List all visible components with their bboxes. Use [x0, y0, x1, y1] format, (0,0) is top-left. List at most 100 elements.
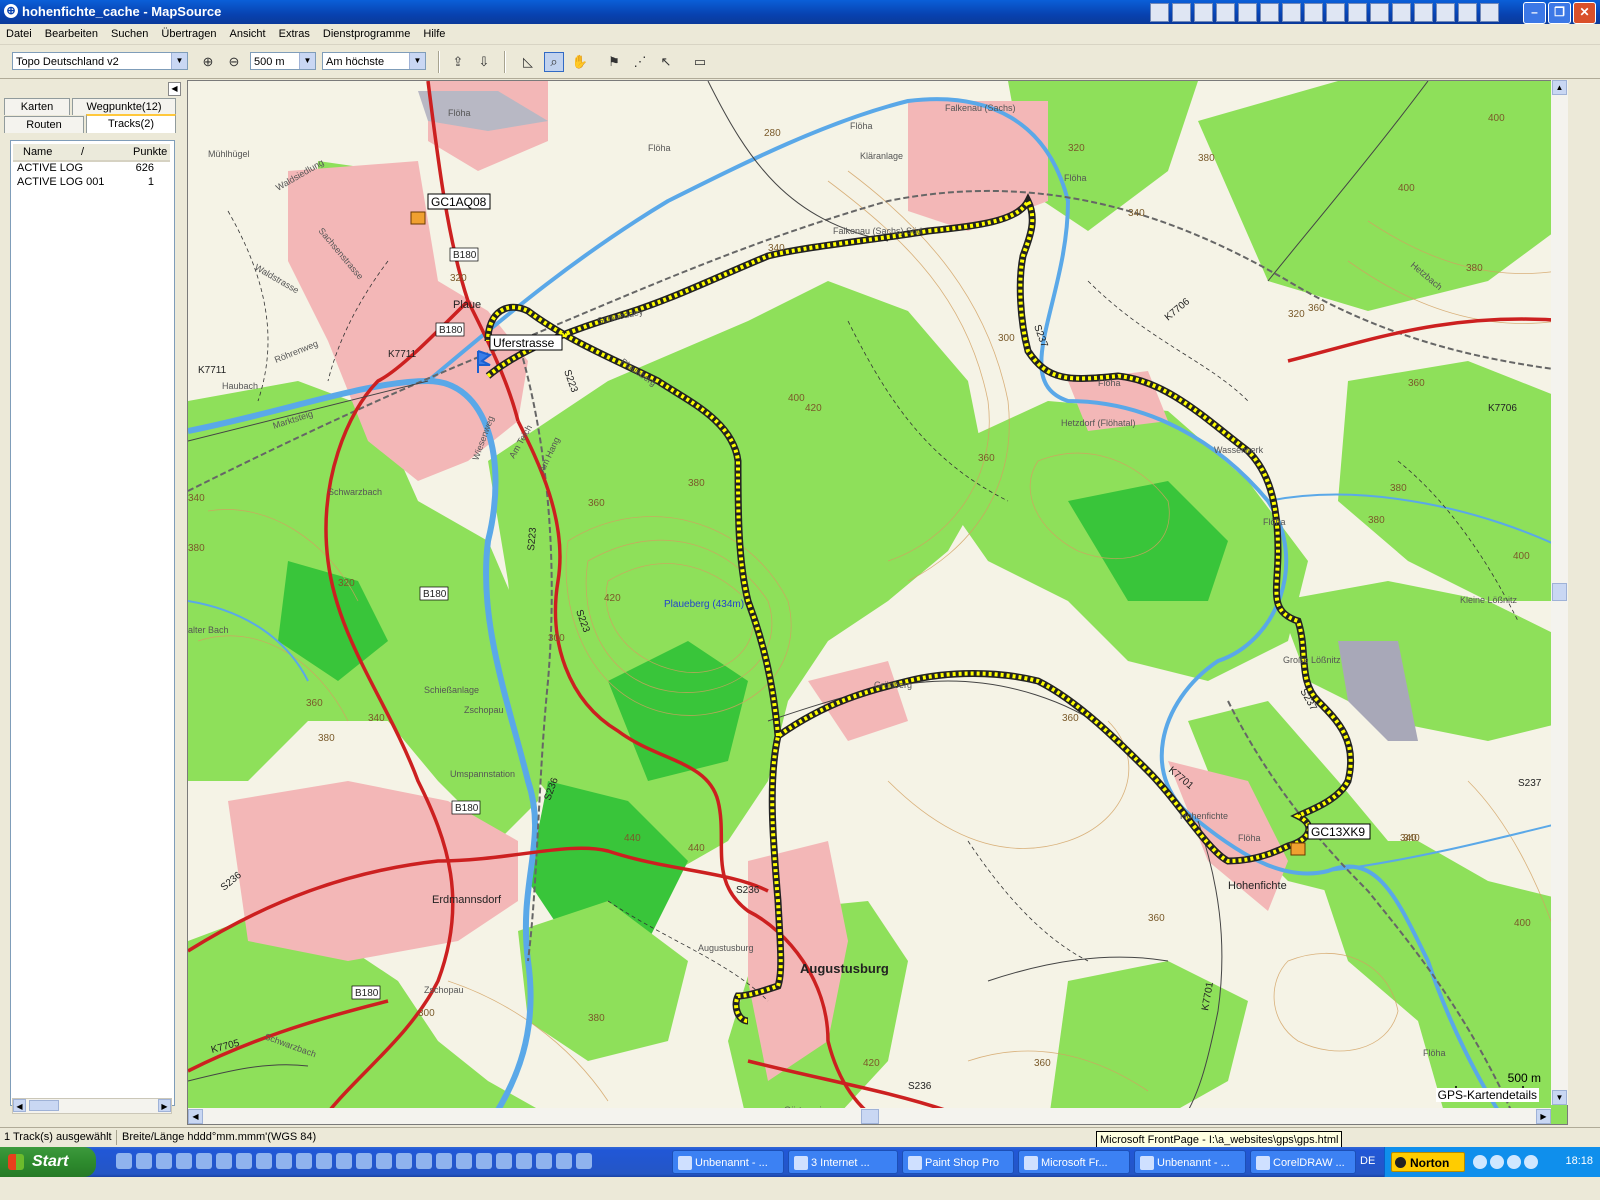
tray-icon[interactable]: [1524, 1155, 1538, 1169]
app-icon[interactable]: [1392, 3, 1411, 22]
quicklaunch-icon[interactable]: [376, 1153, 392, 1169]
quicklaunch-icon[interactable]: [536, 1153, 552, 1169]
quicklaunch-icon[interactable]: [176, 1153, 192, 1169]
quicklaunch-icon[interactable]: [396, 1153, 412, 1169]
mapsource-app-icon[interactable]: ⊕: [4, 4, 18, 18]
quicklaunch-icon[interactable]: [516, 1153, 532, 1169]
app-icon[interactable]: [1150, 3, 1169, 22]
taskbar-button[interactable]: Unbenannt - ...: [1134, 1150, 1246, 1174]
route-tool-icon[interactable]: ⋰: [630, 52, 650, 72]
quicklaunch-icon[interactable]: [236, 1153, 252, 1169]
chevron-down-icon[interactable]: ▼: [171, 53, 187, 69]
map-vertical-scrollbar[interactable]: ▲ ▼: [1551, 80, 1568, 1105]
zoom-tool-icon[interactable]: ⌕: [544, 52, 564, 72]
scroll-thumb[interactable]: [29, 1100, 59, 1111]
scroll-right-icon[interactable]: ▶: [1536, 1109, 1551, 1124]
quicklaunch-icon[interactable]: [336, 1153, 352, 1169]
app-icon[interactable]: [1194, 3, 1213, 22]
quicklaunch-icon[interactable]: [316, 1153, 332, 1169]
list-horizontal-scrollbar[interactable]: ◀ ▶: [12, 1098, 172, 1114]
menu-dienstprogramme[interactable]: Dienstprogramme: [317, 24, 414, 40]
gps-map-details-link[interactable]: GPS-Kartendetails: [1435, 1088, 1539, 1102]
taskbar-button[interactable]: Paint Shop Pro: [902, 1150, 1014, 1174]
minimize-button[interactable]: –: [1523, 2, 1546, 24]
send-to-device-icon[interactable]: ⇩: [474, 52, 494, 72]
app-icon[interactable]: [1238, 3, 1257, 22]
zoom-out-icon[interactable]: ⊖: [224, 52, 244, 72]
language-indicator[interactable]: DE: [1360, 1155, 1375, 1167]
menu-ansicht[interactable]: Ansicht: [224, 24, 270, 40]
tab-karten[interactable]: Karten: [4, 98, 70, 115]
scroll-left-icon[interactable]: ◀: [13, 1099, 26, 1112]
quicklaunch-icon[interactable]: [556, 1153, 572, 1169]
scroll-thumb[interactable]: [861, 1109, 879, 1124]
maximize-button[interactable]: ❐: [1548, 2, 1571, 24]
quicklaunch-icon[interactable]: [476, 1153, 492, 1169]
start-button[interactable]: Start: [0, 1147, 96, 1177]
menu-suchen[interactable]: Suchen: [105, 24, 152, 40]
menu-bearbeiten[interactable]: Bearbeiten: [39, 24, 102, 40]
scroll-down-icon[interactable]: ▼: [1552, 1090, 1567, 1105]
quicklaunch-icon[interactable]: [436, 1153, 452, 1169]
map-horizontal-scrollbar[interactable]: ◀ ▶: [188, 1108, 1551, 1124]
quicklaunch-icon[interactable]: [296, 1153, 312, 1169]
quicklaunch-icon[interactable]: [496, 1153, 512, 1169]
quicklaunch-icon[interactable]: [156, 1153, 172, 1169]
scroll-up-icon[interactable]: ▲: [1552, 80, 1567, 95]
quicklaunch-icon[interactable]: [416, 1153, 432, 1169]
detail-level-select[interactable]: Am höchste ▼: [322, 52, 426, 70]
quicklaunch-icon[interactable]: [356, 1153, 372, 1169]
app-icon[interactable]: [1348, 3, 1367, 22]
zoom-scale-select[interactable]: 500 m ▼: [250, 52, 316, 70]
tab-routen[interactable]: Routen: [4, 116, 84, 133]
tray-icon[interactable]: [1490, 1155, 1504, 1169]
close-button[interactable]: ✕: [1573, 2, 1596, 24]
tray-icon[interactable]: [1473, 1155, 1487, 1169]
tab-tracks[interactable]: Tracks(2): [86, 114, 176, 133]
distance-ruler-icon[interactable]: ▭: [690, 52, 710, 72]
map-tool-icon[interactable]: ◺: [518, 52, 538, 72]
app-icon[interactable]: [1326, 3, 1345, 22]
app-icon[interactable]: [1370, 3, 1389, 22]
hand-pan-icon[interactable]: ✋: [570, 52, 590, 72]
zoom-in-icon[interactable]: ⊕: [198, 52, 218, 72]
app-icon[interactable]: [1414, 3, 1433, 22]
menu-uebertragen[interactable]: Übertragen: [155, 24, 220, 40]
topographic-map[interactable]: GC1AQ08 Uferstrasse GC13XK9 Augustusburg…: [188, 81, 1568, 1125]
quicklaunch-icon[interactable]: [196, 1153, 212, 1169]
collapse-panel-icon[interactable]: ◀: [168, 82, 181, 96]
menu-datei[interactable]: Datei: [0, 24, 36, 40]
map-product-select[interactable]: Topo Deutschland v2 ▼: [12, 52, 188, 70]
track-row[interactable]: ACTIVE LOG 626: [13, 162, 170, 176]
selection-arrow-icon[interactable]: ↖: [656, 52, 676, 72]
scroll-right-icon[interactable]: ▶: [158, 1099, 171, 1112]
quicklaunch-icon[interactable]: [216, 1153, 232, 1169]
app-icon[interactable]: [1172, 3, 1191, 22]
app-icon[interactable]: [1216, 3, 1235, 22]
tray-icon[interactable]: [1507, 1155, 1521, 1169]
quicklaunch-icon[interactable]: [136, 1153, 152, 1169]
app-icon[interactable]: [1260, 3, 1279, 22]
chevron-down-icon[interactable]: ▼: [299, 53, 315, 69]
app-icon[interactable]: [1458, 3, 1477, 22]
quicklaunch-icon[interactable]: [456, 1153, 472, 1169]
norton-button[interactable]: Norton: [1391, 1152, 1465, 1172]
tab-wegpunkte[interactable]: Wegpunkte(12): [72, 98, 176, 115]
taskbar-button[interactable]: Unbenannt - ...: [672, 1150, 784, 1174]
map-view[interactable]: GC1AQ08 Uferstrasse GC13XK9 Augustusburg…: [187, 80, 1568, 1125]
waypoint-flag-icon[interactable]: ⚑: [604, 52, 624, 72]
menu-extras[interactable]: Extras: [273, 24, 314, 40]
quicklaunch-icon[interactable]: [576, 1153, 592, 1169]
quicklaunch-icon[interactable]: [116, 1153, 132, 1169]
app-icon[interactable]: [1480, 3, 1499, 22]
receive-from-device-icon[interactable]: ⇪: [448, 52, 468, 72]
app-icon[interactable]: [1436, 3, 1455, 22]
quicklaunch-icon[interactable]: [256, 1153, 272, 1169]
app-icon[interactable]: [1282, 3, 1301, 22]
column-name[interactable]: Name: [23, 146, 52, 158]
column-punkte[interactable]: Punkte: [133, 146, 167, 158]
scroll-left-icon[interactable]: ◀: [188, 1109, 203, 1124]
taskbar-button[interactable]: CorelDRAW ...: [1250, 1150, 1356, 1174]
taskbar-button[interactable]: 3 Internet ...: [788, 1150, 898, 1174]
menu-hilfe[interactable]: Hilfe: [417, 24, 449, 40]
